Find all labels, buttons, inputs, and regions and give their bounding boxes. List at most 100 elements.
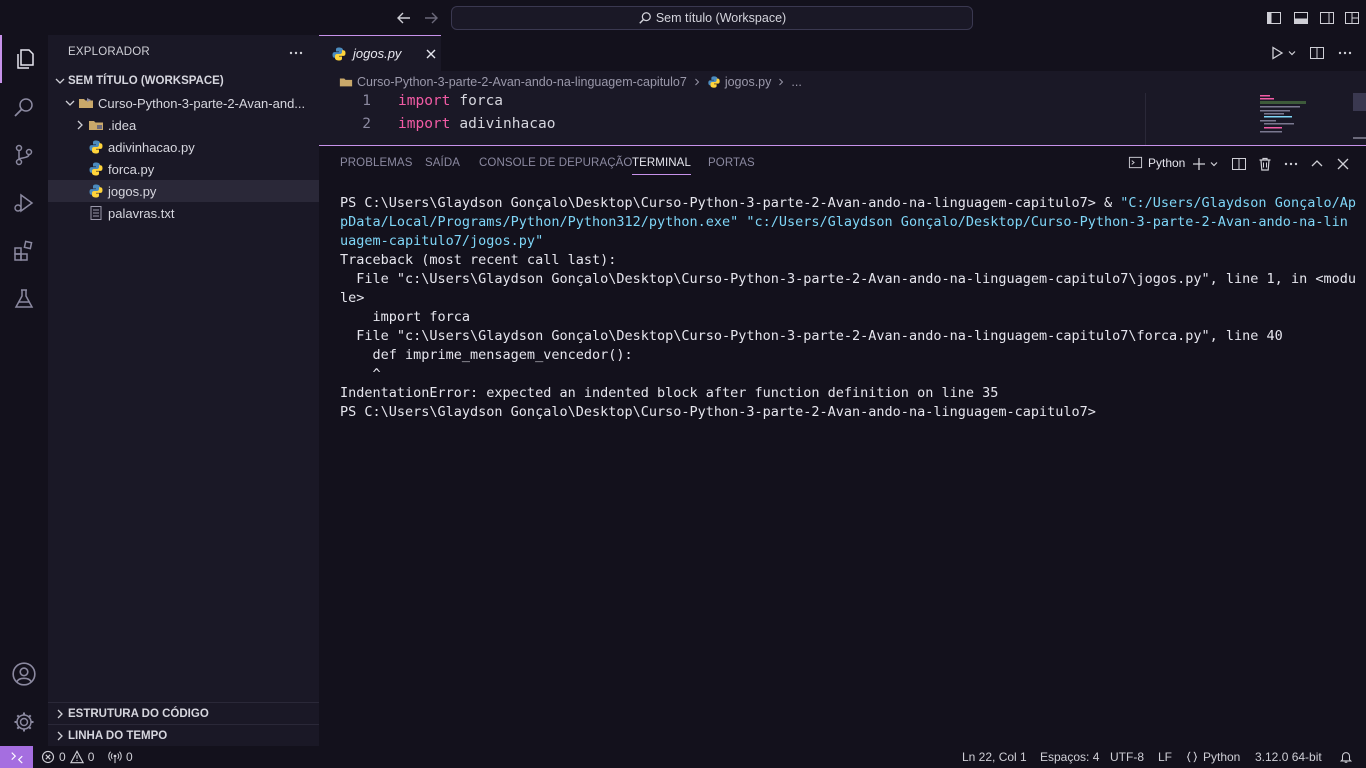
tree-item-jogos[interactable]: jogos.py: [48, 180, 319, 202]
accounts-icon[interactable]: [0, 650, 48, 698]
python-file-icon: [88, 139, 104, 155]
breadcrumb-more[interactable]: ...: [791, 75, 801, 89]
back-arrow-icon[interactable]: [396, 10, 412, 26]
outline-title: ESTRUTURA DO CÓDIGO: [68, 707, 209, 720]
run-debug-icon[interactable]: [0, 179, 48, 227]
testing-flask-icon[interactable]: [0, 275, 48, 323]
ports-indicator[interactable]: 0: [108, 746, 133, 768]
explorer-sidebar: EXPLORADOR SEM TÍTULO (WORKSPACE) Curso-…: [48, 35, 319, 746]
explorer-icon[interactable]: [0, 35, 48, 83]
python-interpreter[interactable]: 3.12.0 64-bit: [1255, 746, 1322, 768]
workspace-title: SEM TÍTULO (WORKSPACE): [68, 75, 224, 87]
tree-label: .idea: [108, 117, 137, 133]
new-terminal-button[interactable]: [1191, 156, 1219, 172]
tree-item-idea[interactable]: .idea: [48, 114, 319, 136]
customize-layout-icon[interactable]: [1344, 10, 1360, 26]
folder-icon: [88, 117, 104, 133]
chevron-right-icon: [72, 117, 88, 133]
remote-indicator[interactable]: [0, 746, 33, 768]
outline-section-header[interactable]: ESTRUTURA DO CÓDIGO: [48, 702, 319, 724]
search-activity-icon[interactable]: [0, 83, 48, 131]
terminal-output[interactable]: PS C:\Users\Glaydson Gonçalo\Desktop\Cur…: [340, 194, 1356, 422]
editor-more-actions-icon[interactable]: [1337, 45, 1353, 61]
python-file-icon: [331, 46, 347, 62]
terminal-line: File "c:\Users\Glaydson Gonçalo\Desktop\…: [340, 328, 1283, 344]
terminal-line: PS C:\Users\Glaydson Gonçalo\Desktop\Cur…: [340, 404, 1096, 420]
terminal-line: pData/Local/Programs/Python/Python312/py…: [340, 214, 1348, 230]
terminal-line: uagem-capitulo7/jogos.py": [340, 233, 544, 249]
remote-icon: [10, 750, 24, 764]
tree-item-palavras[interactable]: palavras.txt: [48, 202, 319, 224]
tab-output[interactable]: SAÍDA: [425, 157, 460, 169]
terminal-line: ^: [340, 366, 381, 382]
panel-more-actions-icon[interactable]: [1283, 156, 1299, 172]
tree-item-adivinhacao[interactable]: adivinhacao.py: [48, 136, 319, 158]
toggle-primary-sidebar-icon[interactable]: [1266, 10, 1282, 26]
run-python-button[interactable]: [1269, 45, 1297, 61]
line-number: 1: [362, 93, 371, 109]
breadcrumb-folder[interactable]: Curso-Python-3-parte-2-Avan-ando-na-ling…: [357, 75, 687, 89]
play-icon: [1269, 45, 1285, 61]
extensions-icon[interactable]: [0, 227, 48, 275]
more-actions-icon[interactable]: [288, 45, 304, 61]
chevron-right-icon: [775, 76, 787, 88]
timeline-section-header[interactable]: LINHA DO TEMPO: [48, 724, 319, 746]
tab-label: jogos.py: [353, 46, 402, 61]
warning-count: 0: [87, 750, 95, 764]
tab-debug-console[interactable]: CONSOLE DE DEPURAÇÃO: [479, 157, 632, 169]
language-mode[interactable]: Python: [1185, 746, 1240, 768]
terminal-shell-selector[interactable]: Python: [1128, 155, 1185, 170]
error-icon: [41, 750, 55, 764]
end-of-line[interactable]: LF: [1158, 746, 1172, 768]
terminal-line: import forca: [340, 309, 471, 325]
problems-indicator[interactable]: 0 0: [41, 746, 94, 768]
cursor-position[interactable]: Ln 22, Col 1: [962, 746, 1027, 768]
command-center-search[interactable]: Sem título (Workspace): [451, 6, 973, 30]
trash-icon[interactable]: [1257, 156, 1273, 172]
window-title: Sem título (Workspace): [655, 11, 787, 25]
tab-terminal[interactable]: TERMINAL: [632, 157, 691, 175]
terminal-line: PS C:\Users\Glaydson Gonçalo\Desktop\Cur…: [340, 195, 1356, 211]
encoding[interactable]: UTF-8: [1110, 746, 1144, 768]
tree-label: palavras.txt: [108, 205, 175, 221]
workspace-section-header[interactable]: SEM TÍTULO (WORKSPACE): [48, 70, 319, 92]
close-icon[interactable]: [425, 48, 437, 60]
title-bar: Sem título (Workspace): [0, 0, 1366, 35]
close-panel-icon[interactable]: [1335, 156, 1351, 172]
tree-label: adivinhacao.py: [108, 139, 195, 155]
line-number: 2: [362, 116, 371, 132]
python-file-icon: [707, 75, 721, 89]
minimap[interactable]: [1145, 93, 1366, 145]
breadcrumb: Curso-Python-3-parte-2-Avan-ando-na-ling…: [319, 71, 1366, 93]
bottom-panel: PROBLEMAS SAÍDA CONSOLE DE DEPURAÇÃO TER…: [319, 145, 1366, 746]
ports-count: 0: [126, 750, 133, 764]
keyword: import: [398, 116, 451, 132]
editor-tab-bar: jogos.py: [319, 35, 1366, 71]
breadcrumb-file[interactable]: jogos.py: [725, 75, 772, 89]
text-file-icon: [88, 205, 104, 221]
indentation[interactable]: Espaços: 4: [1040, 746, 1099, 768]
source-control-icon[interactable]: [0, 131, 48, 179]
maximize-panel-icon[interactable]: [1309, 156, 1325, 172]
toggle-secondary-sidebar-icon[interactable]: [1319, 10, 1335, 26]
split-editor-icon[interactable]: [1309, 45, 1325, 61]
tree-item-forca[interactable]: forca.py: [48, 158, 319, 180]
search-icon: [638, 11, 652, 25]
split-terminal-icon[interactable]: [1231, 156, 1247, 172]
code-line: 2 import adivinhacao: [319, 116, 555, 132]
timeline-title: LINHA DO TEMPO: [68, 729, 168, 742]
tab-problems[interactable]: PROBLEMAS: [340, 157, 412, 169]
chevron-right-icon: [691, 76, 703, 88]
forward-arrow-icon[interactable]: [423, 10, 439, 26]
tab-ports[interactable]: PORTAS: [708, 157, 755, 169]
error-count: 0: [59, 750, 66, 764]
language-label: Python: [1203, 750, 1241, 764]
toggle-panel-icon[interactable]: [1293, 10, 1309, 26]
settings-gear-icon[interactable]: [0, 698, 48, 746]
tab-jogos[interactable]: jogos.py: [319, 35, 441, 71]
chevron-right-icon: [52, 706, 68, 722]
notifications-bell-icon[interactable]: [1339, 746, 1353, 768]
tree-folder-root[interactable]: Curso-Python-3-parte-2-Avan-and...: [48, 92, 319, 114]
code-line: 1 import forca: [319, 93, 503, 109]
plus-icon: [1191, 156, 1207, 172]
